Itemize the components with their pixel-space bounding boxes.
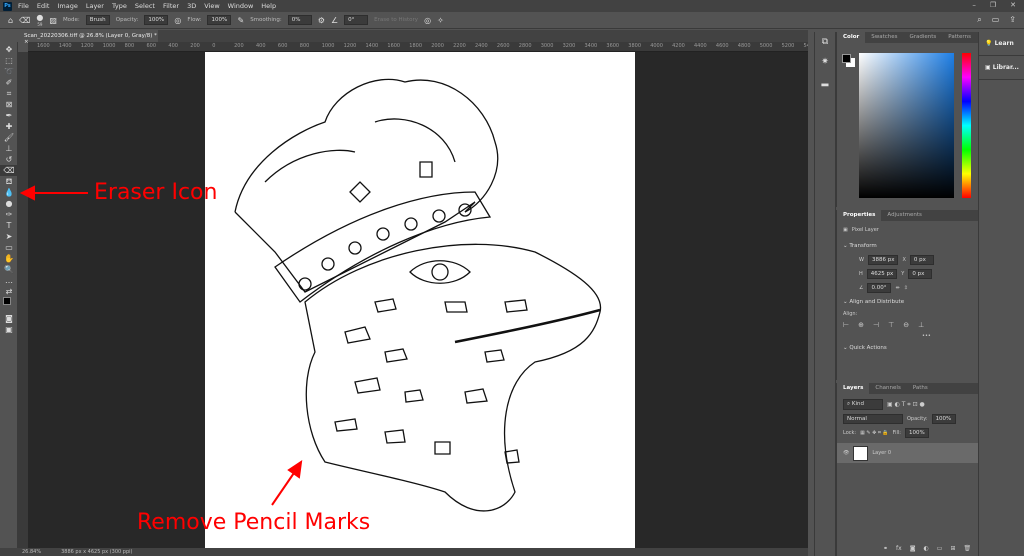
annotation-arrows: [19, 185, 303, 506]
remove-pencil-marks-annotation: Remove Pencil Marks: [137, 510, 371, 535]
pencil-marks-arrow: [271, 459, 303, 506]
eraser-arrow: [19, 185, 88, 201]
foreground-color[interactable]: [842, 54, 851, 63]
eraser-icon-annotation: Eraser Icon: [94, 180, 218, 205]
